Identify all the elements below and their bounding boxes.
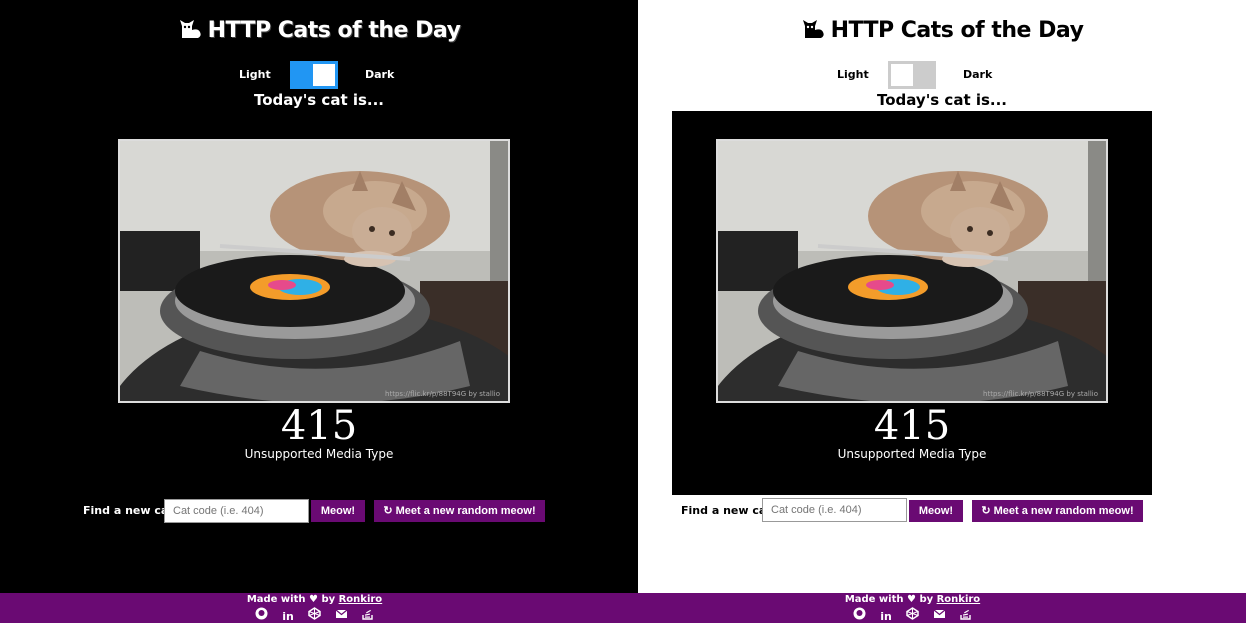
- dark-theme-panel: HTTP Cats of the Day Light Dark Today's …: [0, 0, 638, 593]
- toggle-dark-label: Dark: [365, 68, 395, 81]
- status-code: 415: [280, 403, 358, 449]
- author-link[interactable]: Ronkiro: [937, 594, 981, 605]
- status-code: 415: [873, 403, 951, 449]
- social-links: in: [3, 607, 626, 623]
- today-label: Today's cat is...: [876, 91, 1008, 109]
- meow-button[interactable]: Meow!: [909, 500, 963, 522]
- author-link[interactable]: Ronkiro: [339, 594, 383, 605]
- cat-card: https://flic.kr/p/88T94G by stallio 415 …: [672, 111, 1152, 495]
- toggle-light-label: Light: [837, 68, 869, 81]
- light-theme-panel: HTTP Cats of the Day Light Dark Today's …: [638, 0, 1246, 593]
- heart-icon: ♥: [906, 594, 916, 605]
- cat-logo-icon: [178, 14, 204, 46]
- cat-logo-icon: [801, 14, 827, 46]
- linkedin-icon[interactable]: in: [880, 610, 893, 623]
- toggle-light-label: Light: [239, 68, 271, 81]
- random-meow-button[interactable]: ↻ Meet a new random meow!: [374, 500, 545, 522]
- stackoverflow-icon[interactable]: [361, 607, 374, 620]
- theme-toggle-switch[interactable]: [888, 61, 936, 89]
- random-meow-button[interactable]: ↻ Meet a new random meow!: [972, 500, 1143, 522]
- theme-toggle-row: Light Dark: [0, 61, 638, 89]
- page-title: HTTP Cats of the Day: [0, 14, 638, 46]
- cat-photo: https://flic.kr/p/88T94G by stallio: [118, 139, 510, 403]
- footer: Made with ♥ by Ronkiro in Made with ♥ by…: [0, 593, 1246, 623]
- linkedin-icon[interactable]: in: [282, 610, 295, 623]
- made-with-text: Made with ♥ by Ronkiro: [844, 594, 981, 605]
- theme-toggle-switch[interactable]: [290, 61, 338, 89]
- refresh-icon: ↻: [383, 505, 396, 517]
- heart-icon: ♥: [308, 594, 318, 605]
- stackoverflow-icon[interactable]: [959, 607, 972, 620]
- status-description: Unsupported Media Type: [244, 447, 394, 461]
- footer-right: Made with ♥ by Ronkiro in: [601, 593, 1224, 623]
- page-title: HTTP Cats of the Day: [638, 14, 1246, 46]
- toggle-knob: [891, 64, 913, 86]
- github-icon[interactable]: [853, 607, 866, 620]
- footer-left: Made with ♥ by Ronkiro in: [3, 593, 626, 623]
- email-icon[interactable]: [933, 607, 946, 620]
- cat-code-input[interactable]: [762, 498, 907, 522]
- toggle-dark-label: Dark: [963, 68, 993, 81]
- cat-photo: https://flic.kr/p/88T94G by stallio: [716, 139, 1108, 403]
- theme-toggle-row: Light Dark: [638, 61, 1246, 89]
- photo-credit: https://flic.kr/p/88T94G by stallio: [385, 390, 500, 398]
- toggle-knob: [313, 64, 335, 86]
- github-icon[interactable]: [255, 607, 268, 620]
- made-with-text: Made with ♥ by Ronkiro: [246, 594, 383, 605]
- email-icon[interactable]: [335, 607, 348, 620]
- codepen-icon[interactable]: [906, 607, 919, 620]
- social-links: in: [601, 607, 1224, 623]
- today-label: Today's cat is...: [253, 91, 385, 109]
- meow-button[interactable]: Meow!: [311, 500, 365, 522]
- refresh-icon: ↻: [981, 505, 994, 517]
- cat-code-input[interactable]: [164, 499, 309, 523]
- photo-credit: https://flic.kr/p/88T94G by stallio: [983, 390, 1098, 398]
- codepen-icon[interactable]: [308, 607, 321, 620]
- status-description: Unsupported Media Type: [837, 447, 987, 461]
